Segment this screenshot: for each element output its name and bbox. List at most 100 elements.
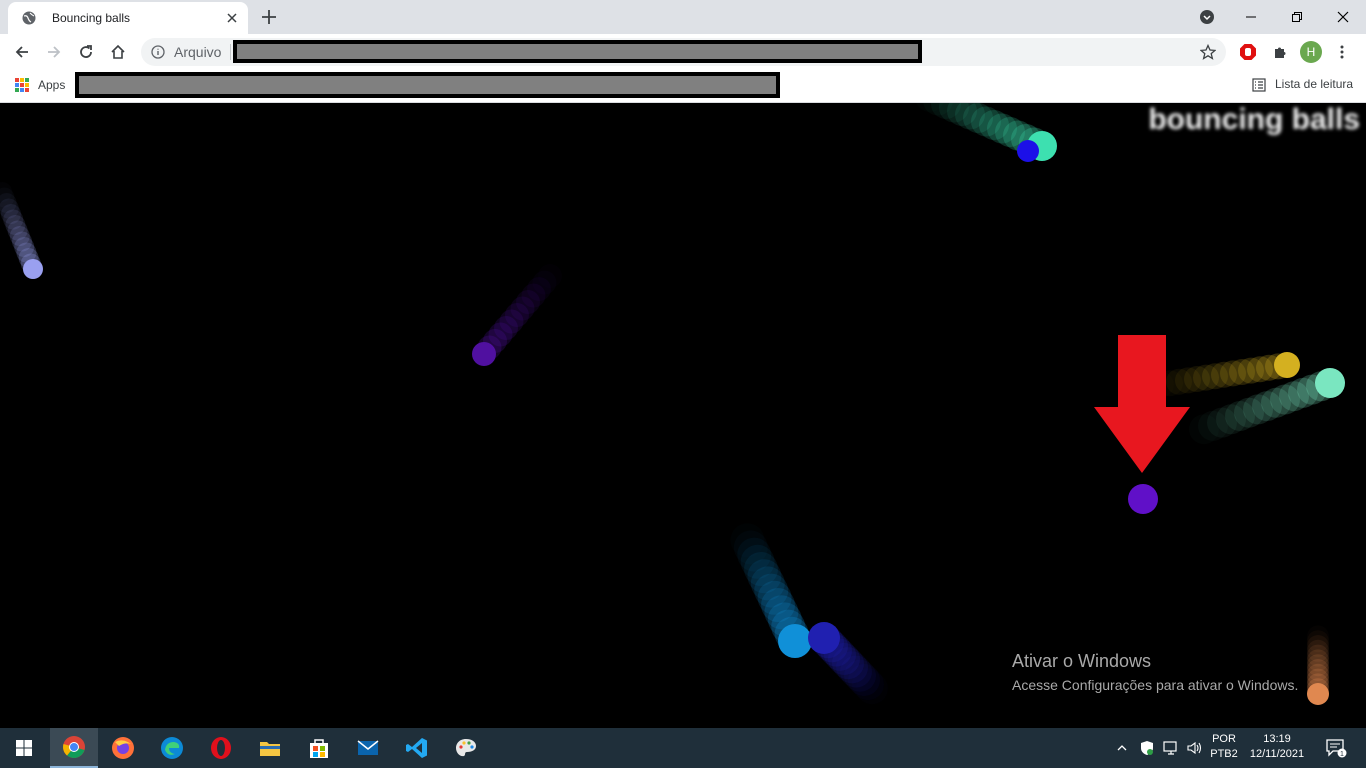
bookmarks-bar: Apps Lista de leitura bbox=[0, 70, 1366, 103]
more-vertical-icon bbox=[1340, 45, 1344, 59]
taskbar-edge[interactable] bbox=[148, 728, 196, 768]
reading-list-icon bbox=[1252, 78, 1266, 92]
ball bbox=[1128, 484, 1158, 514]
extension-adblock-button[interactable] bbox=[1238, 42, 1258, 62]
notification-icon: 1 bbox=[1326, 739, 1347, 758]
ball bbox=[472, 342, 496, 366]
edge-icon bbox=[161, 737, 183, 759]
mail-icon bbox=[357, 740, 379, 755]
clock[interactable]: 13:19 12/11/2021 bbox=[1246, 733, 1308, 760]
forward-button[interactable] bbox=[44, 42, 64, 62]
apps-grid-icon[interactable] bbox=[15, 78, 29, 92]
ball bbox=[23, 259, 43, 279]
stop-hand-icon bbox=[1240, 44, 1256, 60]
activate-windows-subtitle: Acesse Configurações para ativar o Windo… bbox=[1012, 677, 1299, 693]
redacted-bookmarks bbox=[75, 72, 780, 98]
info-icon[interactable] bbox=[151, 45, 165, 59]
new-tab-icon[interactable] bbox=[260, 8, 278, 26]
reading-list-button[interactable]: Lista de leitura bbox=[1275, 77, 1353, 91]
paint-palette-icon bbox=[456, 739, 476, 757]
restore-icon bbox=[1292, 12, 1302, 22]
shield-icon bbox=[1141, 741, 1153, 755]
minimize-icon bbox=[1246, 16, 1256, 18]
bookmark-star-button[interactable] bbox=[1198, 42, 1218, 62]
address-separator bbox=[230, 44, 231, 60]
ball-4 bbox=[472, 270, 557, 366]
ball-10 bbox=[1307, 630, 1329, 705]
ball bbox=[808, 622, 840, 654]
ball-8 bbox=[737, 537, 812, 658]
home-button[interactable] bbox=[108, 42, 128, 62]
show-hidden-icons-button[interactable] bbox=[1112, 728, 1132, 768]
tray-network[interactable] bbox=[1160, 728, 1182, 768]
reload-icon bbox=[80, 45, 92, 58]
clock-time: 13:19 bbox=[1263, 733, 1291, 745]
ball bbox=[1274, 352, 1300, 378]
start-button[interactable] bbox=[0, 728, 48, 768]
tab-bouncing-balls[interactable]: Bouncing balls bbox=[8, 2, 248, 34]
clock-date: 12/11/2021 bbox=[1249, 748, 1305, 760]
page-heading: bouncing balls bbox=[1148, 103, 1360, 136]
chevron-down-icon bbox=[1200, 10, 1214, 24]
language-line1: POR bbox=[1212, 733, 1236, 745]
arrow-right-icon bbox=[48, 46, 61, 58]
activate-windows-title: Ativar o Windows bbox=[1012, 651, 1152, 671]
folder-icon bbox=[260, 742, 280, 756]
minimize-button[interactable] bbox=[1228, 0, 1274, 34]
profile-avatar[interactable]: H bbox=[1300, 41, 1322, 63]
opera-icon bbox=[211, 737, 231, 759]
globe-icon bbox=[22, 11, 36, 25]
taskbar-file-explorer[interactable] bbox=[246, 728, 294, 768]
ball-3 bbox=[0, 193, 43, 279]
ball bbox=[778, 624, 812, 658]
notification-count: 1 bbox=[1340, 751, 1344, 758]
ball-9 bbox=[808, 622, 884, 701]
vscode-icon bbox=[406, 738, 427, 758]
action-center-button[interactable]: 1 bbox=[1316, 728, 1356, 768]
network-icon bbox=[1163, 741, 1177, 755]
store-icon bbox=[310, 739, 328, 758]
tray-security[interactable] bbox=[1136, 728, 1158, 768]
extensions-button[interactable] bbox=[1270, 42, 1290, 62]
ball-7 bbox=[1128, 484, 1158, 514]
apps-bookmark[interactable]: Apps bbox=[38, 78, 65, 92]
puzzle-icon bbox=[1275, 47, 1286, 58]
star-icon bbox=[1200, 44, 1216, 60]
taskbar-store[interactable] bbox=[295, 728, 343, 768]
taskbar-opera[interactable] bbox=[197, 728, 245, 768]
taskbar-mail[interactable] bbox=[344, 728, 392, 768]
restore-button[interactable] bbox=[1274, 0, 1320, 34]
arrow-left-icon bbox=[15, 46, 28, 58]
back-button[interactable] bbox=[12, 42, 32, 62]
tab-search-button[interactable] bbox=[1184, 0, 1230, 34]
close-window-button[interactable] bbox=[1320, 0, 1366, 34]
close-tab-icon[interactable] bbox=[224, 10, 240, 26]
ball bbox=[1307, 683, 1329, 705]
bouncing-balls-canvas[interactable]: bouncing balls Ativar o Windows Acesse C… bbox=[0, 103, 1366, 728]
close-icon bbox=[1337, 11, 1349, 23]
chrome-icon bbox=[63, 736, 85, 758]
taskbar-vscode[interactable] bbox=[393, 728, 441, 768]
windows-logo-icon bbox=[16, 740, 32, 756]
home-icon bbox=[111, 44, 125, 59]
ball bbox=[1315, 368, 1345, 398]
taskbar-firefox[interactable] bbox=[99, 728, 147, 768]
taskbar-paint[interactable] bbox=[442, 728, 490, 768]
tab-title: Bouncing balls bbox=[52, 11, 131, 25]
taskbar-chrome[interactable] bbox=[50, 728, 98, 768]
chevron-up-icon bbox=[1117, 745, 1127, 751]
firefox-icon bbox=[112, 737, 134, 759]
speaker-icon bbox=[1187, 741, 1202, 755]
language-line2: PTB2 bbox=[1210, 748, 1238, 760]
tab-strip: Bouncing balls bbox=[0, 0, 1366, 34]
tray-volume[interactable] bbox=[1184, 728, 1206, 768]
ball bbox=[1017, 140, 1039, 162]
address-scheme: Arquivo bbox=[174, 44, 222, 60]
language-indicator[interactable]: POR PTB2 bbox=[1208, 733, 1240, 760]
redacted-url bbox=[233, 40, 922, 63]
reload-button[interactable] bbox=[76, 42, 96, 62]
ball-2 bbox=[1017, 140, 1039, 162]
windows-taskbar: POR PTB2 13:19 12/11/2021 1 bbox=[0, 728, 1366, 768]
red-arrow-annotation bbox=[1094, 335, 1190, 473]
browser-menu-button[interactable] bbox=[1332, 42, 1352, 62]
